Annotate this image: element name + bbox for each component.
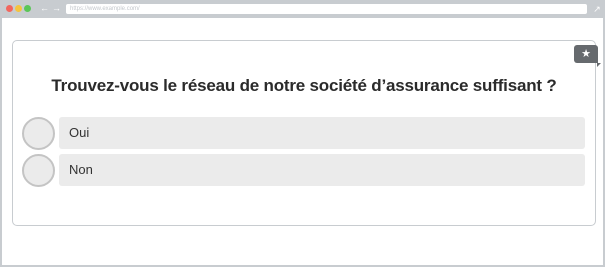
- option-label[interactable]: Oui: [59, 117, 585, 149]
- expand-icon[interactable]: ↗: [592, 3, 602, 15]
- address-bar[interactable]: https://www.example.com/: [66, 4, 587, 14]
- radio-button[interactable]: [22, 117, 55, 150]
- option-label[interactable]: Non: [59, 154, 585, 186]
- arrow-right-icon[interactable]: →: [52, 2, 61, 14]
- arrow-left-icon[interactable]: ←: [40, 2, 49, 14]
- star-icon[interactable]: ★: [574, 45, 601, 67]
- option-non[interactable]: Non: [22, 154, 586, 188]
- radio-button[interactable]: [22, 154, 55, 187]
- option-oui[interactable]: Oui: [22, 117, 586, 151]
- question-title: Trouvez-vous le réseau de notre société …: [51, 76, 557, 95]
- minimize-window-dot[interactable]: [15, 5, 22, 12]
- close-window-dot[interactable]: [6, 5, 13, 12]
- browser-titlebar: ← → https://www.example.com/ ↗: [0, 0, 605, 18]
- maximize-window-dot[interactable]: [24, 5, 31, 12]
